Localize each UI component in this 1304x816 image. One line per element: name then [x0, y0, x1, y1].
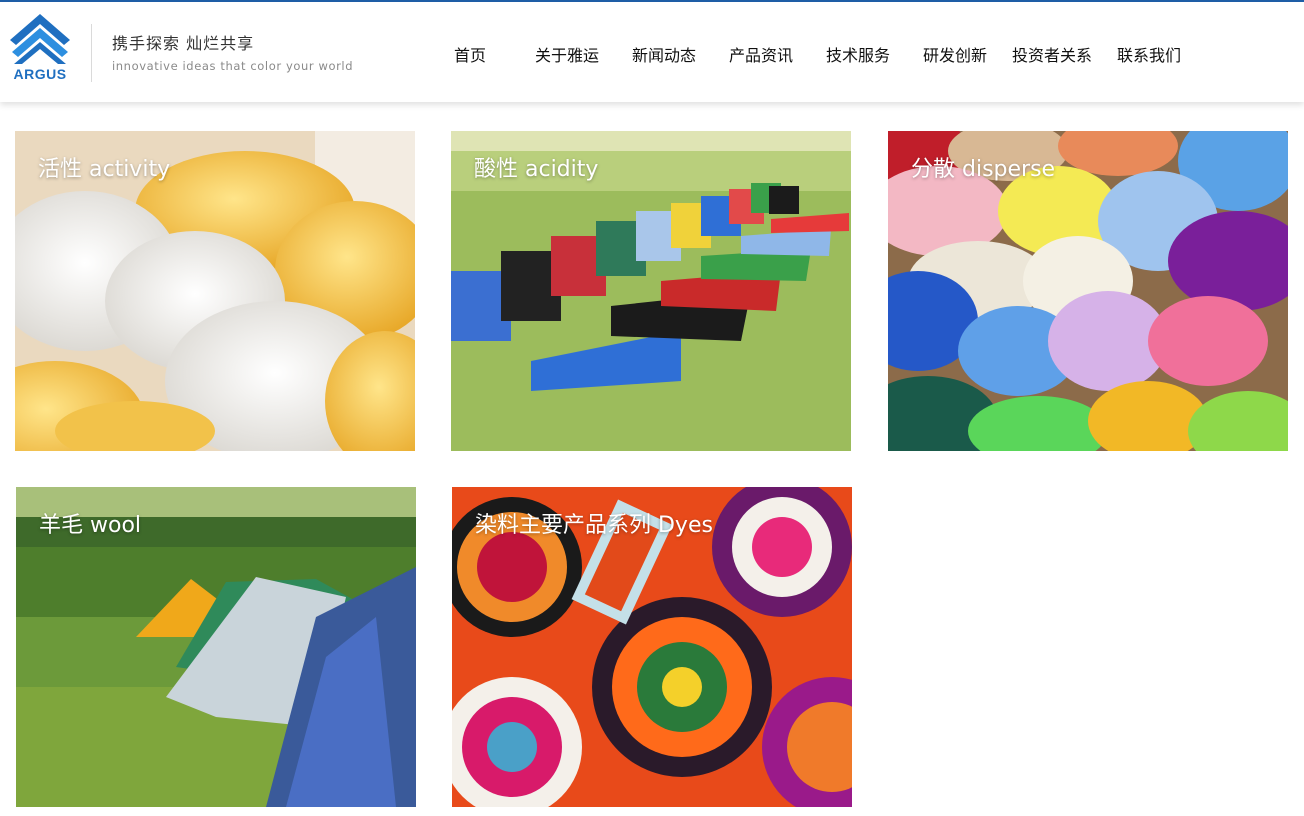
nav-item-contact[interactable]: 联系我们: [1117, 42, 1181, 66]
product-tile-acidity[interactable]: 酸性 acidity: [451, 131, 851, 451]
nav-item-about[interactable]: 关于雅运: [535, 42, 599, 66]
product-tile-wool[interactable]: 羊毛 wool: [16, 487, 416, 807]
tile-label-wool: 羊毛 wool: [39, 513, 142, 538]
product-tile-disperse[interactable]: 分散 disperse: [888, 131, 1288, 451]
tile-label-acidity: 酸性 acidity: [474, 157, 599, 182]
product-tile-activity[interactable]: 活性 activity: [15, 131, 415, 451]
nav-item-news[interactable]: 新闻动态: [632, 42, 696, 66]
brand-slogan: 携手探索 灿烂共享: [112, 34, 255, 53]
tile-label-dyes: 染料主要产品系列 Dyes: [475, 513, 713, 538]
chevron-logo-icon: [10, 14, 70, 64]
nav-item-products[interactable]: 产品资讯: [729, 42, 793, 66]
nav-item-tech-service[interactable]: 技术服务: [826, 42, 890, 66]
header-divider: [91, 24, 92, 82]
nav-item-investors[interactable]: 投资者关系: [1012, 42, 1092, 66]
brand-tagline: innovative ideas that color your world: [112, 59, 354, 73]
logo-wordmark: ARGUS: [13, 66, 67, 82]
nav-item-rnd[interactable]: 研发创新: [923, 42, 987, 66]
brand-logo[interactable]: ARGUS: [6, 12, 74, 84]
tile-label-disperse: 分散 disperse: [911, 157, 1056, 182]
nav-item-home[interactable]: 首页: [454, 42, 486, 66]
tile-label-activity: 活性 activity: [38, 157, 171, 182]
product-tile-dyes[interactable]: 染料主要产品系列 Dyes: [452, 487, 852, 807]
site-header: ARGUS 携手探索 灿烂共享 innovative ideas that co…: [0, 2, 1304, 102]
